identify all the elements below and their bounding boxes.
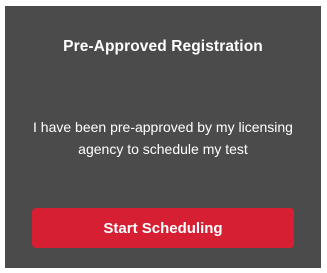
pre-approved-registration-card: Pre-Approved Registration I have been pr…: [5, 6, 321, 268]
start-scheduling-button[interactable]: Start Scheduling: [32, 208, 294, 248]
card-description: I have been pre-approved by my licensing…: [33, 119, 293, 157]
card-title: Pre-Approved Registration: [63, 38, 263, 55]
